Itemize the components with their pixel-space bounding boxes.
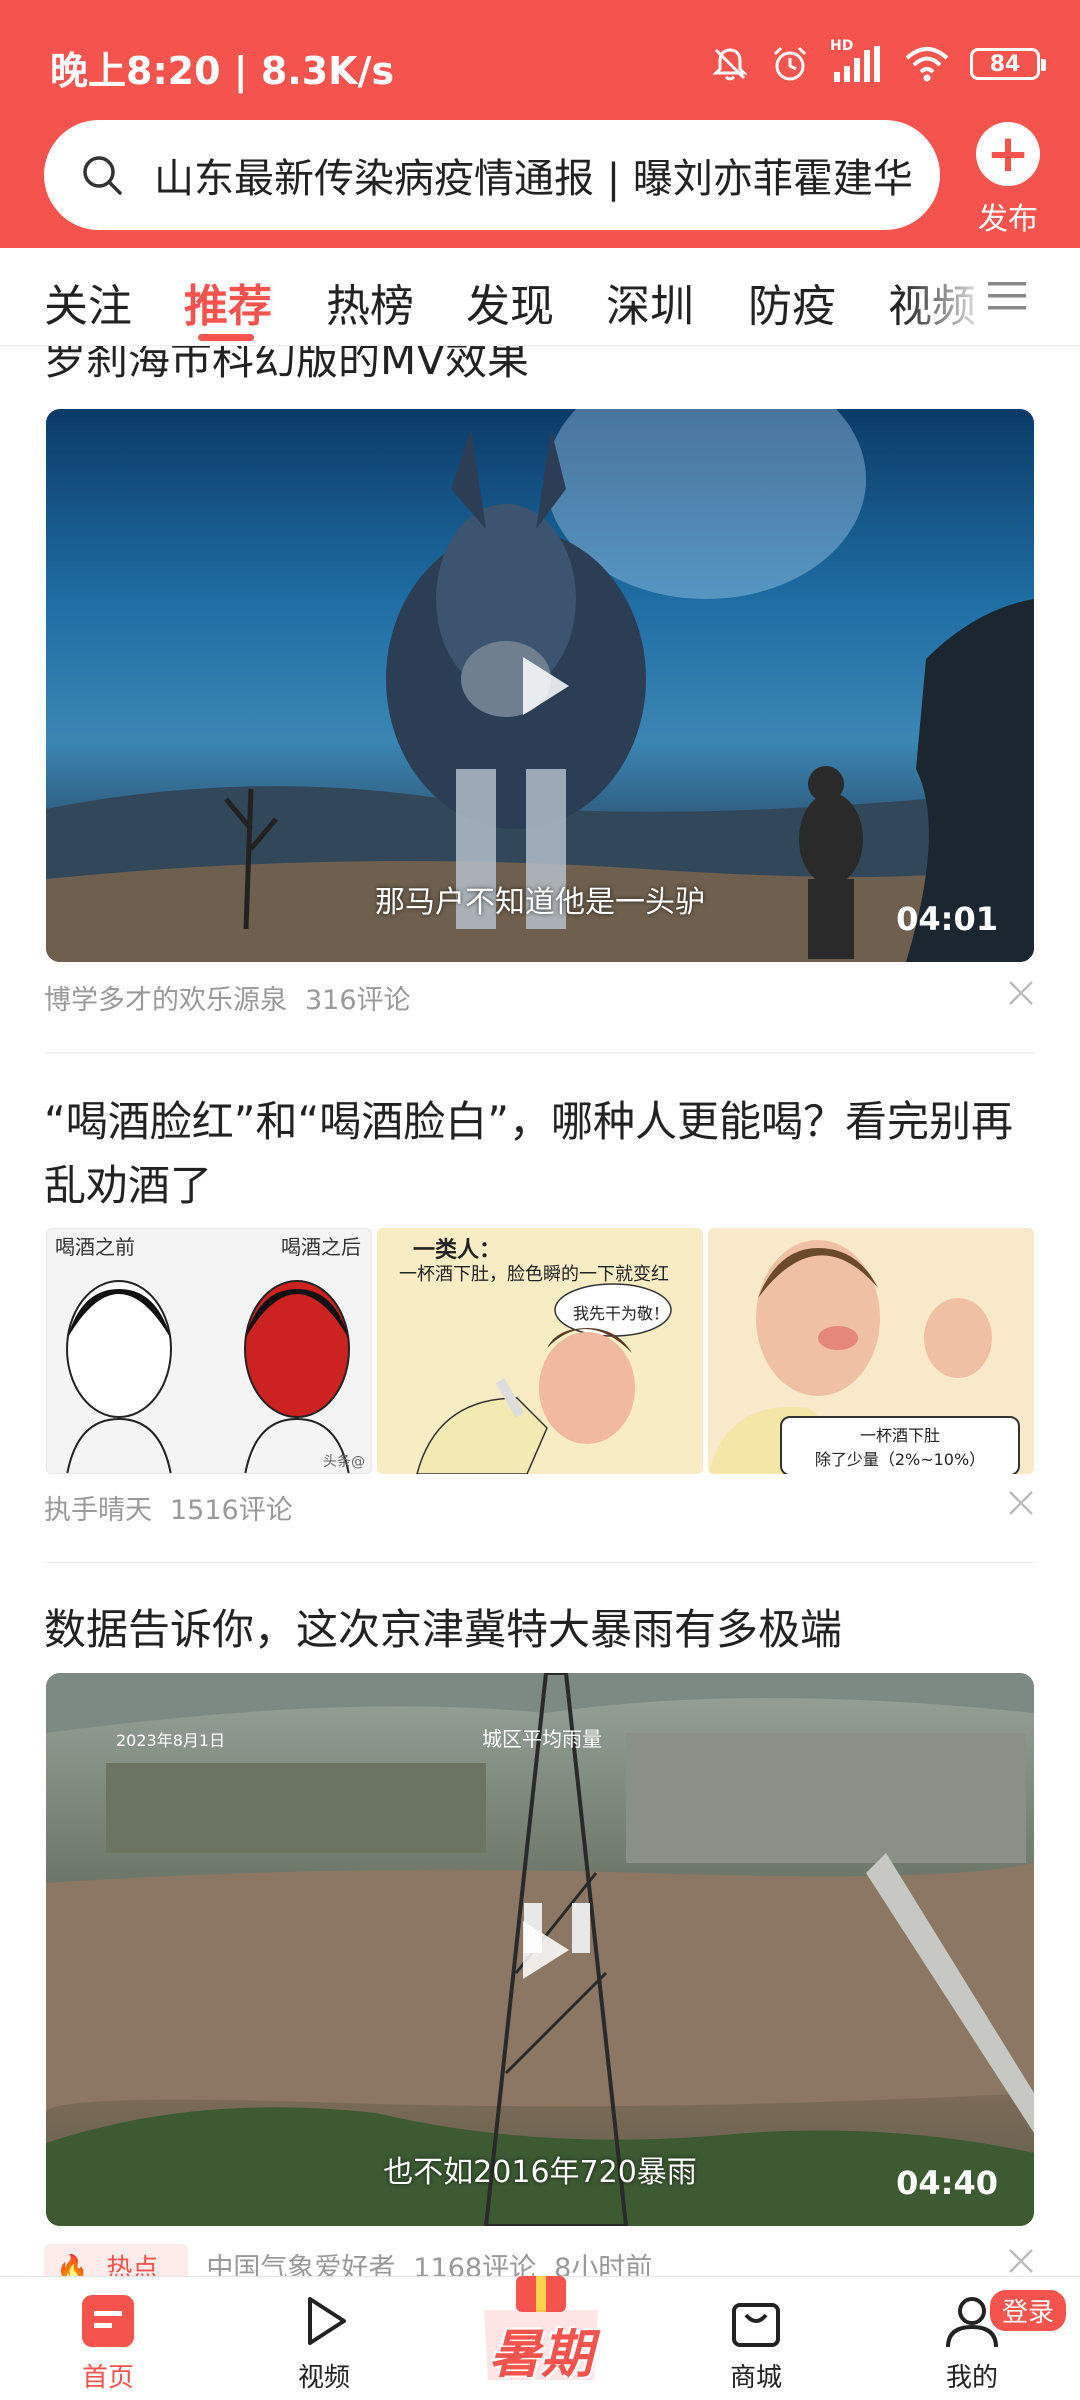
thumb-box-line2: 除了少量（2%~10%） — [814, 1450, 986, 1469]
play-outline-icon — [308, 2297, 346, 2345]
thumb-watermark: 头条@ — [323, 1454, 365, 1470]
face-illustration — [66, 1280, 350, 1473]
article-title[interactable]: “喝酒脸红”和“喝酒脸白”，哪种人更能喝？看完别再乱劝酒了 — [44, 1090, 1044, 1218]
status-bar: 晚上8:20 | 8.3K/s HD 84 — [0, 0, 1080, 110]
author-name[interactable]: 中国气象爱好者 — [206, 2253, 395, 2276]
video-subtitle: 那马户不知道他是一头驴 — [375, 885, 705, 920]
publish-button[interactable]: + 发布 — [966, 122, 1050, 238]
login-badge[interactable]: 登录 — [988, 2288, 1069, 2333]
drinking-illustration — [416, 1283, 672, 1474]
thumbnail-2[interactable]: 一类人： 一杯酒下肚，脸色瞬的一下就变红 我先干为敬！ — [377, 1228, 703, 1474]
thumb-caption-box: 一杯酒下肚 除了少量（2%~10%） — [780, 1416, 1020, 1474]
overlay-date: 2023年8月1日 — [116, 1731, 226, 1750]
article-title[interactable]: 罗刹海市科幻版的MV效果 — [44, 346, 1044, 392]
video-subtitle: 也不如2016年720暴雨 — [383, 2155, 697, 2190]
comment-count: 1516评论 — [170, 1495, 293, 1526]
article-meta: 博学多才的欢乐源泉 316评论 — [44, 978, 429, 1017]
hot-tag: 🔥 热点 — [44, 2244, 189, 2276]
alarm-icon — [773, 46, 807, 81]
overlay-top-label: 城区平均雨量 — [482, 1727, 602, 1751]
publish-label: 发布 — [978, 202, 1038, 237]
menu-icon[interactable] — [986, 276, 1028, 316]
nav-mall-label: 商城 — [729, 2363, 782, 2393]
summer-campaign-button[interactable]: 暑期 — [476, 2270, 606, 2390]
shopping-bag-icon — [732, 2303, 780, 2347]
nav-home-label: 首页 — [81, 2363, 134, 2393]
video-duration: 04:40 — [896, 2164, 998, 2202]
tab-follow[interactable]: 关注 — [44, 270, 132, 334]
close-icon[interactable] — [1006, 978, 1036, 1008]
close-icon[interactable] — [1006, 2246, 1036, 2276]
active-tab-indicator — [198, 334, 254, 341]
nav-home[interactable]: 首页 — [38, 2291, 178, 2394]
author-name[interactable]: 执手晴天 — [44, 1495, 152, 1526]
thumb-box-line1: 一杯酒下肚 — [859, 1426, 940, 1445]
channel-tabs: 关注 推荐 热榜 发现 深圳 防疫 视频 — [0, 248, 1080, 346]
plus-icon: + — [976, 122, 1040, 186]
tab-shenzhen[interactable]: 深圳 — [606, 270, 694, 334]
tab-recommend[interactable]: 推荐 — [184, 270, 272, 334]
signal-icon: HD — [830, 38, 884, 84]
bell-off-icon — [712, 48, 748, 81]
tab-discover[interactable]: 发现 — [466, 270, 554, 334]
play-icon[interactable] — [495, 1905, 585, 1995]
fire-icon: 🔥 — [56, 2254, 89, 2276]
author-name[interactable]: 博学多才的欢乐源泉 — [44, 985, 287, 1016]
status-time-speed: 晚上8:20 | 8.3K/s — [50, 49, 395, 93]
wifi-icon — [905, 47, 949, 82]
article-meta: 执手晴天 1516评论 — [44, 1488, 311, 1527]
home-icon — [82, 2295, 134, 2347]
search-icon — [83, 156, 122, 195]
tab-epidemic[interactable]: 防疫 — [748, 270, 836, 334]
close-icon[interactable] — [1006, 1488, 1036, 1518]
thumbnail-1[interactable]: 喝酒之前 喝酒之后 头条@ — [46, 1228, 372, 1474]
article-title[interactable]: 数据告诉你，这次京津冀特大暴雨有多极端 — [44, 1598, 1044, 1662]
video-thumbnail[interactable]: 2023年8月1日 城区平均雨量 也不如2016年720暴雨 04:40 — [46, 1673, 1034, 2226]
tab-hot-list[interactable]: 热榜 — [326, 270, 414, 334]
comment-count: 316评论 — [305, 985, 411, 1016]
divider — [44, 1562, 1036, 1563]
battery-indicator: 84 — [970, 48, 1046, 80]
divider — [44, 1052, 1036, 1053]
thumb-bubble: 我先干为敬！ — [573, 1304, 670, 1323]
news-feed: 罗刹海市科幻版的MV效果 那马户不知道他是一头驴 04:01 博学多才的欢乐源泉… — [0, 346, 1080, 2276]
hot-tag-label: 热点 — [106, 2254, 159, 2276]
video-duration: 04:01 — [896, 900, 998, 938]
image-row[interactable]: 喝酒之前 喝酒之后 头条@ 一类人： 一杯酒下肚，脸色瞬的一下就变红 我先干为敬… — [46, 1228, 1034, 1474]
nav-mine-label: 我的 — [945, 2363, 998, 2393]
video-thumbnail[interactable]: 那马户不知道他是一头驴 04:01 — [46, 409, 1034, 962]
play-icon[interactable] — [495, 641, 585, 731]
thumbnail-3[interactable]: 一杯酒下肚 除了少量（2%~10%） — [708, 1228, 1034, 1474]
search-bar[interactable]: 山东最新传染病疫情通报 | 曝刘亦菲霍建华 — [44, 120, 940, 230]
nav-mall[interactable]: 商城 — [686, 2291, 826, 2394]
nav-video-label: 视频 — [297, 2363, 350, 2393]
header: 晚上8:20 | 8.3K/s HD 84 山东最新传染病疫情通报 | 曝刘亦菲… — [0, 0, 1080, 248]
nav-video[interactable]: 视频 — [254, 2291, 394, 2394]
search-hot-text: 山东最新传染病疫情通报 | 曝刘亦菲霍建华 — [154, 156, 913, 202]
summer-label: 暑期 — [488, 2325, 593, 2385]
status-icons: HD 84 — [710, 38, 1046, 88]
